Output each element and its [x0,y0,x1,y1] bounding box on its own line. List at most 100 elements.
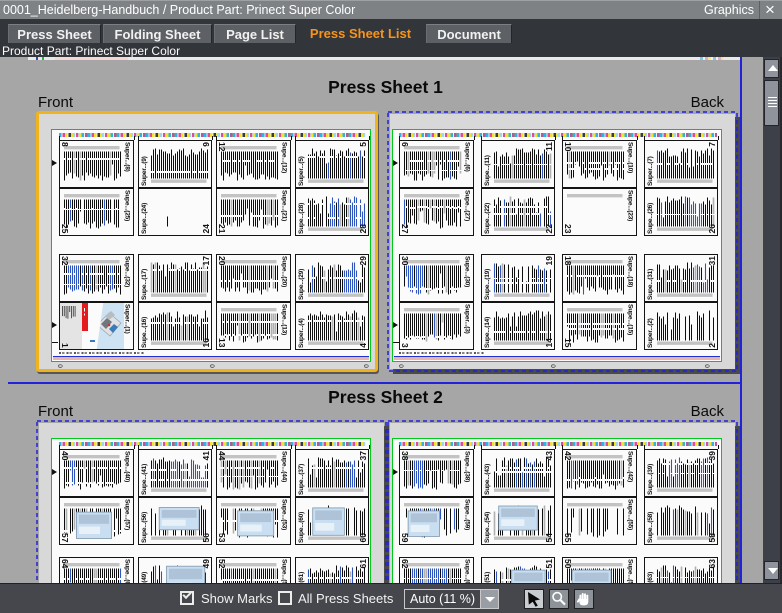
tab-folding-sheet[interactable]: Folding Sheet [103,24,212,43]
page-name-label: Supe...(24) [140,190,149,234]
fold-mark [212,136,213,140]
graphics-menu[interactable]: Graphics [704,3,754,17]
page-cell-12: Supe...(12) 12 [216,140,291,188]
all-press-sheets-checkbox[interactable] [278,591,292,605]
hand-icon [575,590,593,608]
page-cell-25: Supe...(25)25 [59,188,134,236]
product-part-bar: Product Part: Prinect Super Color [2,44,180,58]
press-sheet-paper: Super...(8)8Super...(9)9Supe...(12)12Sup… [51,129,371,362]
cursor-icon [525,590,543,608]
scroll-down-button[interactable] [764,561,779,580]
front-label: Front [38,94,73,111]
back-label: Back [600,94,724,111]
all-press-sheets-label: All Press Sheets [298,591,393,606]
page-number: 24 [202,224,211,233]
page-cell-13: Supe...(13) 13 [216,302,291,350]
page-name-label: Supe...(17) [140,256,149,300]
page-number: 25 [60,224,69,233]
selection-dash-border [387,111,738,372]
selection-dash-border [36,420,387,583]
page-name-label: Supe...(29) [297,256,306,300]
page-cell-17: Supe...(17)17 [138,254,213,302]
page-number: 16 [202,338,211,347]
tab-press-sheet[interactable]: Press Sheet [8,24,101,43]
sheet-thumbnail-front-1[interactable]: Super...(8)8Super...(9)9Supe...(12)12Sup… [36,111,378,372]
dash-border-svg [36,420,387,583]
titlebar-separator [759,1,760,20]
scrollbar-thumb[interactable] [764,80,779,126]
sheet-bottom-color-bar [53,357,369,360]
side-line-mark [52,342,58,343]
dash-border-svg [387,111,738,372]
page-number: 5 [359,142,368,147]
fold-mark [134,136,135,140]
page-name-label: Supe...(32) [123,256,132,300]
page-number: 20 [217,256,226,265]
page-cell-21: Supe...(21) 21 [216,188,291,236]
fold-mark [291,136,292,140]
register-zero-mark: 0 [362,364,368,368]
tab-bar: Press SheetFolding SheetPage ListPress S… [0,24,782,43]
page-cell-28: Supe...(28) 28 [295,188,370,236]
page-cell-1: Super...(1) 1 [59,302,134,350]
pan-tool-button[interactable] [574,589,594,609]
show-marks-checkbox[interactable] [180,591,194,605]
page-name-label: Supe...(28) [297,190,306,234]
page-cell-20: Supe...(20)20 [216,254,291,302]
dash-border-svg [387,420,738,583]
application-window: 0001_Heidelberg-Handbuch / Product Part:… [0,0,782,613]
page-name-label: Supe...(12) [280,142,289,186]
register-zero-mark: 0 [56,364,62,368]
selection-dash-border [387,420,738,583]
page-number: 4 [359,343,368,348]
page-cell-29: Supe...(29)29 [295,254,370,302]
tab-press-sheet-list[interactable]: Press Sheet List [297,24,424,43]
front-label: Front [38,403,73,420]
page-number: 21 [217,224,226,233]
bottom-toolbar: Show Marks All Press Sheets Auto (11 %) [0,583,782,613]
page-number: 28 [359,224,368,233]
scroll-up-button[interactable] [764,59,779,78]
scroll-down-icon [768,568,778,574]
zoom-tool-button[interactable] [549,589,569,609]
tab-strip-area: Press SheetFolding SheetPage ListPress S… [0,19,782,57]
slug-line [59,352,144,354]
side-arrow-mark [52,322,57,328]
section-right-border [740,57,742,583]
window-title: 0001_Heidelberg-Handbuch / Product Part:… [3,3,355,17]
page-number: 12 [217,142,226,151]
sliver-segment [36,57,38,60]
thumb-grip [768,103,777,104]
vertical-scrollbar[interactable] [763,57,780,583]
page-number: 1 [60,343,69,348]
thumb-grip [768,100,777,101]
close-icon[interactable]: × [761,1,779,19]
page-number: 9 [202,142,211,147]
page-name-label: Super...(1) [123,304,132,348]
page-name-label: Supe...(13) [280,304,289,348]
page-name-label: Super...(5) [297,142,306,186]
zoom-value: Auto (11 %) [410,592,475,606]
sliver-segment [700,57,723,60]
page-number: 32 [60,256,69,265]
section-separator-line [8,382,741,384]
zoom-dropdown-button[interactable] [480,590,498,608]
page-name-label: Supe...(16) [140,304,149,348]
page-cell-24: Supe...(24) 24 [138,188,213,236]
page-name-label: Super...(9) [140,142,149,186]
tab-page-list[interactable]: Page List [214,24,296,43]
page-cell-16: Supe...(16) 16 [138,302,213,350]
magnifier-icon [550,590,568,608]
zoom-dropdown[interactable]: Auto (11 %) [404,589,499,609]
page-number: 13 [217,338,226,347]
page-name-label: Super...(8) [123,142,132,186]
page-number: 8 [60,142,69,147]
tab-document[interactable]: Document [426,24,512,43]
window-titlebar: 0001_Heidelberg-Handbuch / Product Part:… [0,0,782,19]
chevron-down-icon [485,597,495,602]
thumb-grip [768,97,777,98]
select-tool-button[interactable] [524,589,544,609]
sliver-segment [42,57,44,60]
page-content-thumbnail [296,141,370,188]
page-name-label: Supe...(21) [280,190,289,234]
